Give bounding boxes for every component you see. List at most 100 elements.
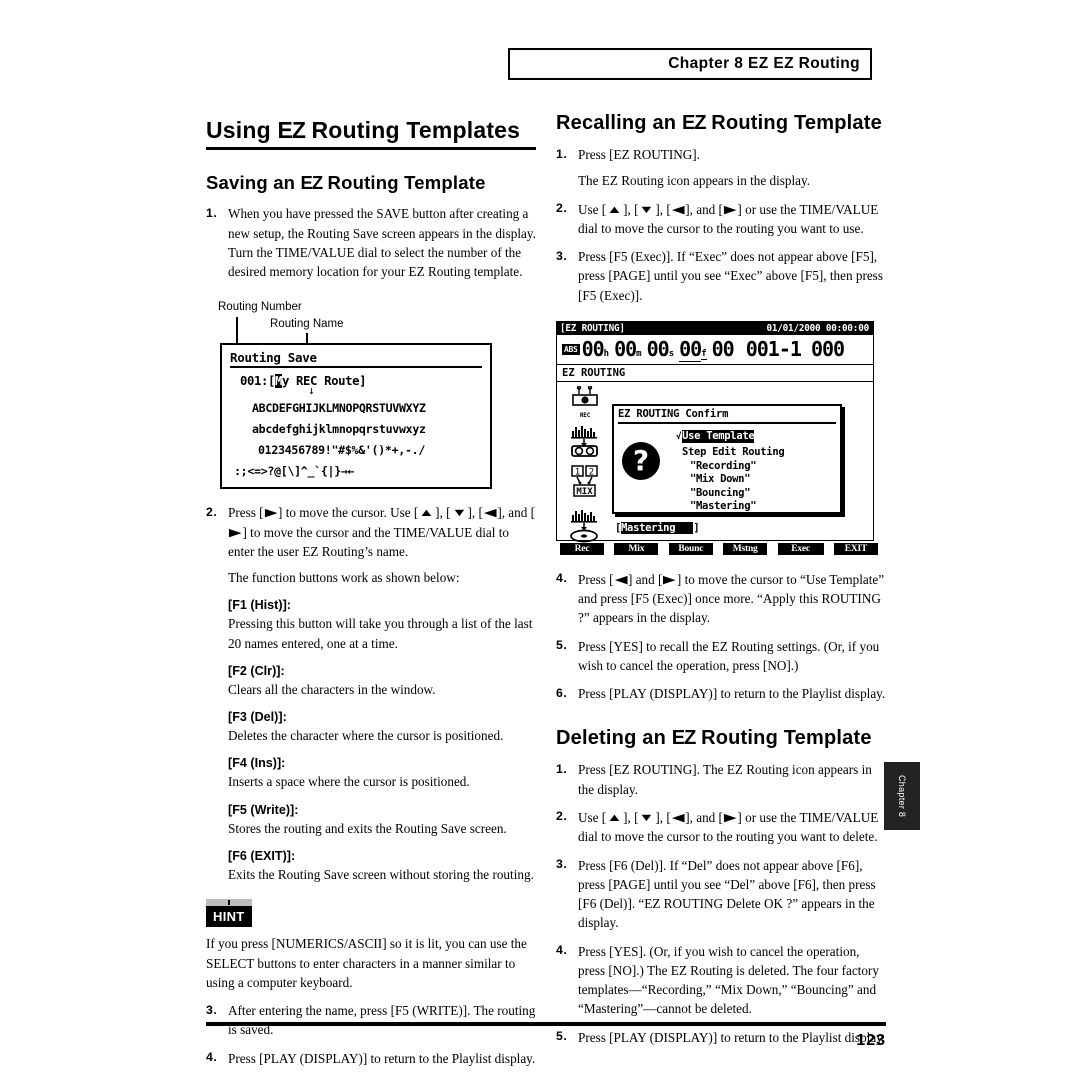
- callout-line-number: [236, 317, 238, 344]
- step-text-b: ], [: [623, 201, 639, 217]
- step-text: Press [YES] to recall the EZ Routing set…: [578, 638, 880, 673]
- step-text: Press [PLAY (DISPLAY)] to return to the …: [228, 1050, 536, 1066]
- left-column: Using EZ Routing Templates Saving an EZ …: [206, 117, 536, 1068]
- lcd-charset-symbols: :;<=>?@[\]^_`{|}→←: [234, 464, 355, 479]
- arrow-right-icon: ▶: [723, 811, 737, 824]
- step-text-d: ], and [: [685, 201, 723, 217]
- fkey-bounc[interactable]: Bounc: [668, 542, 713, 555]
- step-text: Press [F6 (Del)]. If “Del” does not appe…: [578, 857, 876, 931]
- fkey-term-f2: [F2 (Clr)]:: [228, 663, 285, 678]
- lcd-charset-upper: ABCDEFGHIJKLMNOPQRSTUVWXYZ: [252, 401, 426, 416]
- counter-minutes-unit: m: [636, 348, 642, 359]
- arrow-up-icon: ▲: [606, 811, 623, 824]
- lcd-time-counter: ABS 00 h 00 m 00 s 00 f 00 001-1 000: [557, 335, 873, 365]
- lightbulb-icon: [206, 899, 252, 907]
- arrow-left-icon: ◀: [614, 573, 628, 586]
- section-heading-saving: Saving an EZ Routing Template: [206, 172, 536, 194]
- lcd-bracket-open: [: [268, 374, 276, 389]
- lcd-ez-routing: [EZ ROUTING] 01/01/2000 00:00:00 ABS 00 h…: [556, 320, 874, 543]
- step-subtext: The EZ Routing icon appears in the displ…: [578, 173, 811, 189]
- lcd-bracket-close: ]: [359, 374, 367, 389]
- step-item: 3. After entering the name, press [F5 (W…: [206, 1001, 536, 1040]
- arrow-right-icon: ▶: [228, 526, 242, 539]
- dialog-options: √Use Template Step Edit Routing "Recordi…: [676, 429, 785, 514]
- ez-logo: EZ: [671, 727, 697, 750]
- arrow-left-icon: ◀: [671, 203, 685, 216]
- step-item: 1. When you have pressed the SAVE button…: [206, 204, 536, 281]
- step-text: Press [PLAY (DISPLAY)] to return to the …: [578, 686, 886, 702]
- lcd-titlebar-left: [EZ ROUTING]: [560, 322, 625, 334]
- step-number: 4.: [556, 943, 568, 958]
- page-number: 123: [856, 1032, 886, 1049]
- arrow-up-icon: ▲: [606, 203, 623, 216]
- step-text-c: ], [: [655, 201, 671, 217]
- lcd-routing-number: 001:: [240, 374, 269, 389]
- track-to-track-icon: [563, 425, 607, 459]
- arrow-up-icon: ▲: [418, 507, 435, 520]
- step-item: 5. Press [YES] to recall the EZ Routing …: [556, 637, 886, 676]
- section-heading-post: Routing Template: [322, 172, 486, 194]
- recalling-heading-pre: Recalling an: [556, 112, 682, 134]
- field-padding: [675, 521, 694, 534]
- dialog-option2-label: Step Edit Routing: [682, 446, 785, 459]
- chapter-header-label: Chapter 8: [668, 55, 744, 72]
- step-item: 2. Use [▲], [▼], [◀], and [▶] or use the…: [556, 808, 886, 847]
- abs-badge: ABS: [562, 343, 580, 355]
- arrow-down-icon: ▼: [638, 811, 656, 824]
- svg-text:2: 2: [589, 467, 594, 477]
- step-text-d: ], [: [467, 505, 483, 521]
- step-text: Press [F5 (Exec)]. If “Exec” does not ap…: [578, 249, 883, 303]
- lcd-charset-lower: abcdefghijklmnopqrstuvwxyz: [252, 422, 426, 437]
- step-number: 5.: [556, 638, 568, 653]
- dialog-option-use-template[interactable]: √Use Template: [676, 429, 784, 444]
- step-text: Use [▲], [▼], [◀], and [▶] or use the TI…: [578, 200, 886, 239]
- step-item: 4. Press [PLAY (DISPLAY)] to return to t…: [206, 1049, 536, 1068]
- section-heading-deleting: Deleting an EZ Routing Template: [556, 727, 886, 750]
- step-text-c: ], [: [655, 809, 671, 825]
- checkmark-icon: √: [676, 431, 682, 442]
- dialog-template-item: "Mix Down": [690, 473, 751, 486]
- step-text: Press [◀] and [▶] to move the cursor to …: [578, 570, 886, 628]
- svg-text:MIX: MIX: [576, 487, 593, 497]
- step-text: Press [▶] to move the cursor. Use [▲], […: [228, 503, 536, 561]
- deleting-heading-pre: Deleting an: [556, 727, 672, 750]
- dialog-template-item: "Recording": [690, 459, 757, 472]
- step-text-a: Press [: [228, 505, 264, 521]
- hint-label: HINT: [213, 909, 245, 925]
- page-title-pre: Using: [206, 117, 278, 143]
- fkey-desc-f3: Deletes the character where the cursor i…: [228, 728, 504, 744]
- fkey-mix[interactable]: Mix: [614, 542, 659, 555]
- counter-frames-unit: f: [701, 348, 707, 360]
- fkey-desc-f4: Inserts a space where the cursor is posi…: [228, 774, 470, 790]
- question-mark-icon: ?: [622, 441, 660, 480]
- counter-seconds: 00: [646, 336, 670, 361]
- fkey-desc-f5: Stores the routing and exits the Routing…: [228, 820, 507, 836]
- lcd-icon-column: REC 1 2 MIX: [563, 385, 607, 549]
- step-number: 3.: [206, 1002, 218, 1017]
- selected-routing-field: [Mastering ]: [615, 521, 700, 534]
- manual-page: Chapter 8 EZ EZ Routing Using EZ Routing…: [0, 0, 1080, 1080]
- fkey-mstng[interactable]: Mstng: [723, 542, 768, 555]
- dialog-option-step-edit[interactable]: Step Edit Routing: [682, 446, 785, 459]
- callout-routing-number: Routing Number: [218, 301, 302, 314]
- step-text-d: ], and [: [685, 809, 723, 825]
- svg-text:1: 1: [575, 467, 580, 477]
- dialog-rule: [618, 421, 836, 424]
- counter-tick: 000: [810, 336, 845, 361]
- chapter-tab-label: Chapter 8: [897, 774, 907, 818]
- step-item: 2. Use [▲], [▼], [◀], and [▶] or use the…: [556, 200, 886, 239]
- hint-text: If you press [NUMERICS/ASCII] so it is l…: [206, 936, 527, 990]
- fkey-exec[interactable]: Exec: [777, 542, 824, 555]
- step-number: 5.: [556, 1029, 568, 1044]
- confirm-dialog: EZ ROUTING Confirm ? √Use Template Step …: [612, 403, 842, 514]
- arrow-left-icon: ◀: [671, 811, 685, 824]
- step-item: 1. Press [EZ ROUTING]. The EZ Routing ic…: [556, 760, 886, 799]
- step-number: 1.: [206, 205, 218, 220]
- step-number: 2.: [556, 809, 568, 824]
- counter-frames: 00: [679, 336, 702, 362]
- step-text-f: ] to move the cursor and the TIME/VALUE …: [228, 524, 509, 559]
- fkey-exit[interactable]: EXIT: [833, 542, 878, 555]
- ez-logo: EZ: [748, 55, 769, 72]
- step-text-c: ], [: [435, 505, 451, 521]
- arrow-right-icon: ▶: [663, 573, 677, 586]
